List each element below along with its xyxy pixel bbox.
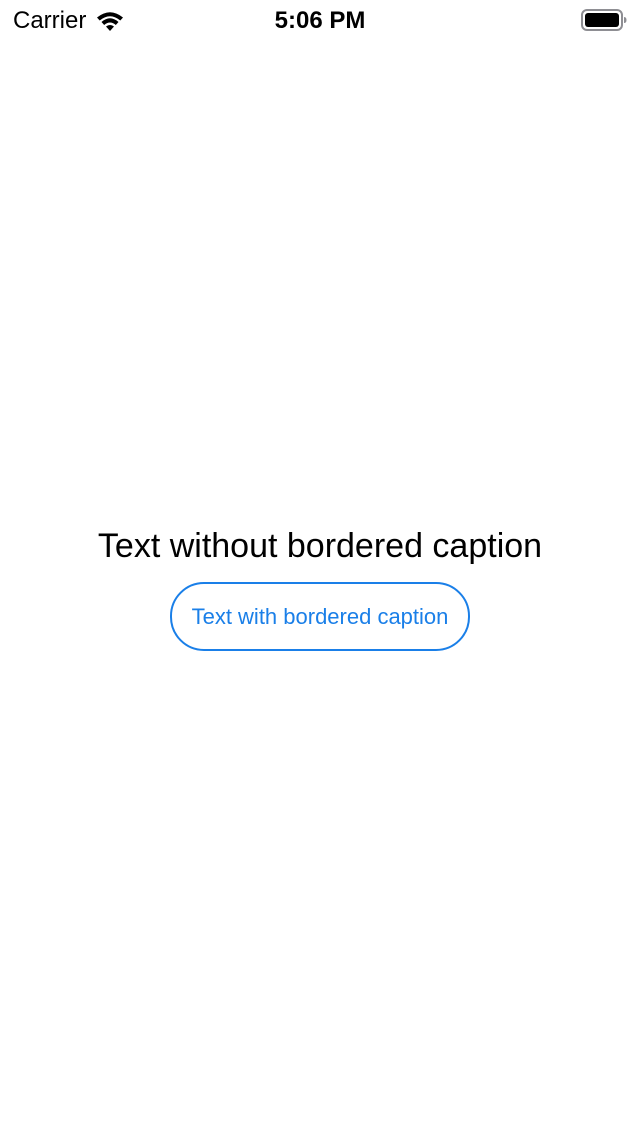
caption-container: Text without bordered caption Text with … <box>0 524 640 651</box>
battery-icon <box>581 9 627 31</box>
plain-caption-text: Text without bordered caption <box>97 527 543 565</box>
bordered-caption-button[interactable]: Text with bordered caption <box>169 582 471 651</box>
status-bar: Carrier 5:06 PM <box>0 0 640 40</box>
status-time: 5:06 PM <box>274 7 366 34</box>
